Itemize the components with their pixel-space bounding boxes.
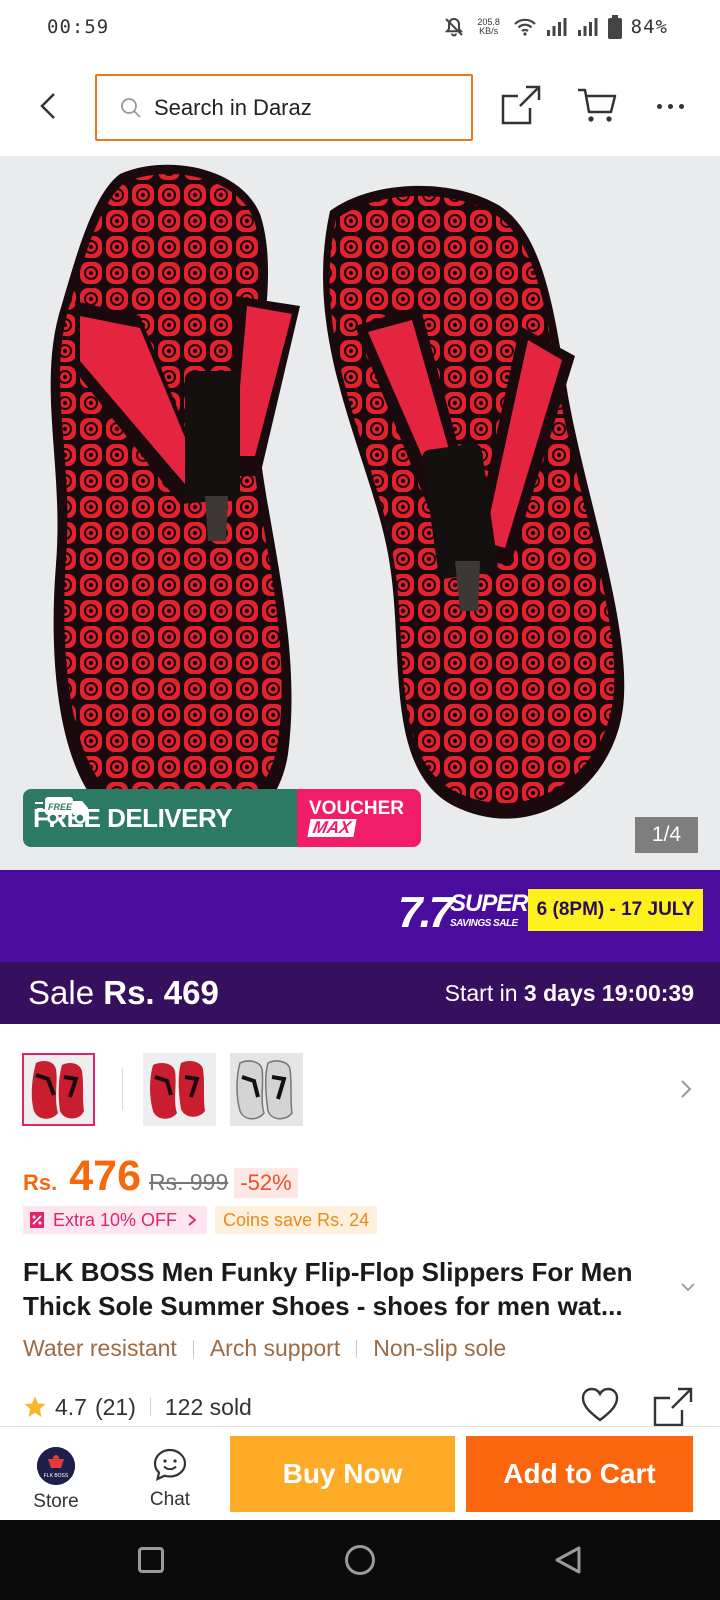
- chat-label: Chat: [149, 1489, 191, 1510]
- share-icon[interactable]: [652, 1386, 694, 1428]
- store-label: Store: [33, 1491, 79, 1512]
- campaign-logo-super: SUPER: [450, 890, 529, 917]
- chevron-right-icon[interactable]: [678, 1076, 694, 1102]
- cart-icon[interactable]: [576, 84, 618, 126]
- rating-divider: [149, 1398, 151, 1416]
- thumbnail-red-2[interactable]: [143, 1053, 216, 1126]
- system-navigation-bar: [0, 1520, 720, 1600]
- thumbnail-image: [143, 1053, 216, 1126]
- sale-price-block: Sale Rs. 469: [28, 974, 219, 1012]
- search-placeholder: Search in Daraz: [154, 94, 312, 120]
- promo-row: Extra 10% OFF Coins save Rs. 24: [23, 1206, 378, 1234]
- signal-icon: [546, 18, 567, 36]
- more-options-icon[interactable]: [657, 91, 689, 121]
- share-icon[interactable]: [500, 84, 542, 126]
- signal-icon-2: [577, 18, 598, 36]
- sale-price: Rs. 469: [103, 974, 219, 1011]
- feature-tag: Arch support: [209, 1335, 341, 1361]
- sale-countdown-timer: 19:00:39: [601, 980, 694, 1006]
- search-icon: [121, 97, 141, 118]
- status-icons: 205.8 KB/s 84%: [443, 14, 668, 40]
- store-logo: FLK BOSS: [37, 1447, 75, 1485]
- wifi-icon: [513, 18, 536, 36]
- store-logo-text: FLK BOSS: [44, 1473, 69, 1479]
- voucher-text: VOUCHER: [309, 798, 405, 819]
- campaign-logo-sub: SAVINGS SALE: [450, 918, 518, 929]
- campaign-logo-number: 7.7: [398, 888, 453, 937]
- price-currency: Rs.: [23, 1170, 58, 1195]
- heart-icon[interactable]: [580, 1386, 620, 1424]
- search-input[interactable]: Search in Daraz: [95, 74, 473, 141]
- battery-icon: [607, 15, 622, 39]
- thumbnail-divider: [122, 1068, 123, 1110]
- bottom-action-bar: FLK BOSS Store Chat Buy Now Add to Cart: [0, 1426, 720, 1520]
- recent-apps-button[interactable]: [138, 1547, 164, 1573]
- voucher-max-badge: VOUCHER MAX: [297, 789, 421, 847]
- original-price: Rs. 999: [149, 1169, 229, 1195]
- status-bar: 00:59 205.8 KB/s 84%: [0, 0, 720, 56]
- buy-now-button[interactable]: Buy Now: [230, 1436, 455, 1512]
- image-page-indicator: 1/4: [635, 817, 698, 853]
- battery-level: 84%: [630, 16, 668, 38]
- voucher-max-text: MAX: [307, 818, 357, 837]
- feature-divider: [356, 1339, 358, 1358]
- campaign-logo: 7.7 SUPER SAVINGS SALE: [398, 888, 529, 938]
- price-row: Rs. 476 Rs. 999 -52%: [23, 1152, 298, 1208]
- star-icon: [24, 1396, 46, 1417]
- product-image-gallery[interactable]: FREE FREE DELIVERY VOUCHER MAX 1/4: [0, 156, 720, 870]
- home-button[interactable]: [345, 1545, 375, 1575]
- mute-icon: [444, 17, 463, 37]
- current-price: 476: [69, 1152, 141, 1200]
- discount-badge: -52%: [234, 1168, 298, 1198]
- free-tag-text: FREE: [48, 802, 73, 812]
- product-image: [50, 164, 625, 843]
- chat-button[interactable]: Chat: [140, 1447, 200, 1513]
- feature-tag: Non-slip sole: [373, 1335, 507, 1361]
- coins-save-promo: Coins save Rs. 24: [215, 1206, 378, 1234]
- chevron-left-icon: [40, 93, 55, 119]
- store-logo-icon: FLK BOSS: [37, 1447, 75, 1485]
- chat-icon: [153, 1448, 187, 1481]
- sold-count: 122 sold: [164, 1393, 252, 1420]
- product-title: FLK BOSS Men Funky Flip-Flop Slippers Fo…: [23, 1257, 633, 1321]
- truck-icon: FREE: [35, 797, 88, 824]
- net-speed-unit: KB/s: [479, 26, 499, 36]
- campaign-banner[interactable]: 7.7 SUPER SAVINGS SALE 6 (8PM) - 17 JULY: [0, 870, 720, 962]
- sale-start-prefix: Start in: [444, 980, 518, 1006]
- extra-off-promo[interactable]: Extra 10% OFF: [23, 1206, 208, 1234]
- chevron-down-icon[interactable]: [679, 1280, 697, 1294]
- sale-label: Sale: [28, 974, 95, 1011]
- free-delivery-badge: FREE FREE DELIVERY: [23, 789, 298, 847]
- thumbnail-image: [230, 1053, 303, 1126]
- rating-row[interactable]: 4.7 (21) 122 sold: [23, 1392, 252, 1422]
- voucher-icon: [30, 1212, 44, 1228]
- feature-tag: Water resistant: [23, 1335, 177, 1361]
- thumbnail-white[interactable]: [230, 1053, 303, 1126]
- flash-sale-strip: Sale Rs. 469 Start in 3 days 19:00:39: [0, 962, 720, 1024]
- store-button[interactable]: FLK BOSS Store: [28, 1447, 84, 1513]
- thumbnail-image: [24, 1055, 93, 1124]
- feature-tags: Water resistant Arch support Non-slip so…: [23, 1335, 506, 1362]
- variant-thumbnails: [0, 1024, 720, 1134]
- extra-off-text: Extra 10% OFF: [53, 1209, 178, 1230]
- add-to-cart-button[interactable]: Add to Cart: [466, 1436, 693, 1512]
- sale-start-days: 3 days: [523, 980, 596, 1006]
- top-bar: Search in Daraz: [0, 56, 720, 156]
- feature-divider: [192, 1339, 194, 1358]
- net-speed: 205.8 KB/s: [474, 18, 504, 36]
- campaign-dates: 6 (8PM) - 17 JULY: [528, 889, 703, 931]
- thumbnail-red-1[interactable]: [22, 1053, 95, 1126]
- status-time: 00:59: [47, 16, 110, 38]
- review-count: (21): [94, 1393, 136, 1420]
- back-button[interactable]: [30, 86, 66, 126]
- sale-countdown: Start in 3 days 19:00:39: [445, 980, 694, 1007]
- back-triangle-icon[interactable]: [552, 1544, 584, 1576]
- chevron-right-icon: [188, 1214, 197, 1226]
- rating-value: 4.7: [55, 1393, 87, 1420]
